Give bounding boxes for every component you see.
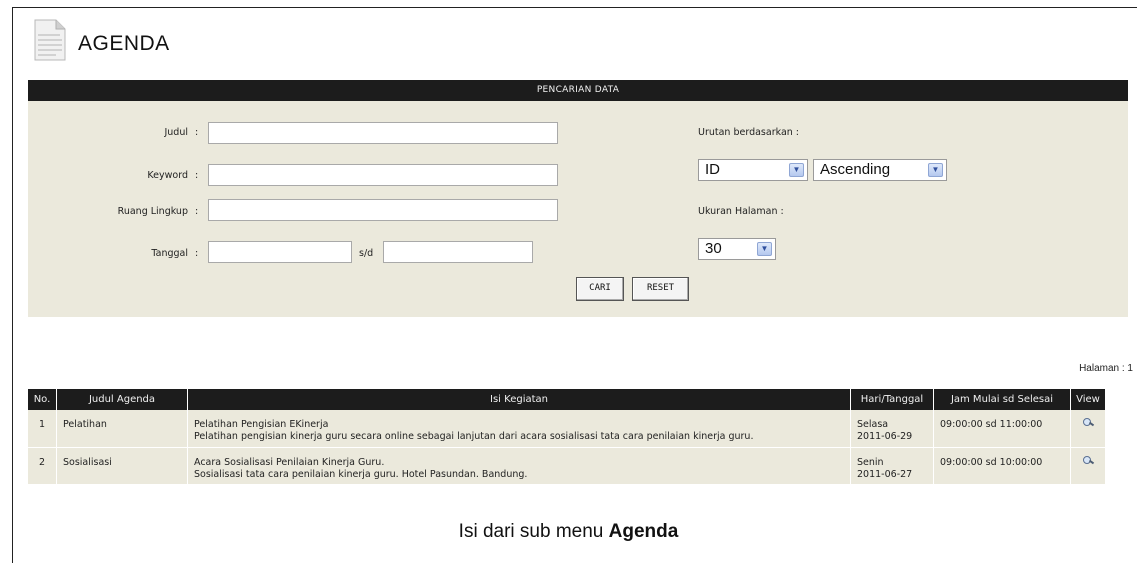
row-number: 1 (28, 410, 57, 448)
row-hari-tanggal: Senin 2011-06-27 (850, 447, 934, 485)
page-indicator: Halaman : 1 (1079, 363, 1133, 374)
magnifier-icon[interactable] (1082, 455, 1095, 465)
ruang-lingkup-colon: : (195, 206, 199, 217)
frame-top-border (12, 7, 1137, 8)
chevron-down-icon: ▼ (757, 242, 772, 256)
row-view (1070, 410, 1105, 448)
page-size-label: Ukuran Halaman : (698, 206, 784, 217)
row-tanggal: 2011-06-29 (857, 431, 913, 442)
page-size-select[interactable]: 30 ▼ (698, 238, 776, 260)
reset-button[interactable]: RESET (632, 277, 689, 301)
table-header-row: No. Judul Agenda Isi Kegiatan Hari/Tangg… (28, 389, 1105, 410)
column-header-isi: Isi Kegiatan (187, 389, 851, 410)
figure-caption: Isi dari sub menu Agenda (0, 521, 1137, 543)
keyword-input[interactable] (208, 164, 558, 186)
row-jam: 09:00:00 sd 11:00:00 (933, 410, 1071, 448)
page-title: AGENDA (78, 32, 170, 55)
row-judul: Sosialisasi (56, 447, 188, 485)
row-isi-title: Pelatihan Pengisian EKinerja (194, 419, 329, 430)
table-row: 2 Sosialisasi Acara Sosialisasi Penilaia… (28, 447, 1105, 485)
row-hari: Senin (857, 456, 884, 468)
sort-order-select[interactable]: Ascending ▼ (813, 159, 947, 181)
table-row: 1 Pelatihan Pelatihan Pengisian EKinerja… (28, 410, 1105, 448)
tanggal-colon: : (195, 248, 199, 259)
tanggal-sd-label: s/d (359, 248, 374, 259)
row-isi-desc: Pelatihan pengisian kinerja guru secara … (194, 431, 754, 442)
judul-colon: : (195, 127, 199, 138)
sort-field-value: ID (705, 161, 720, 178)
search-panel-header: PENCARIAN DATA (28, 80, 1128, 101)
chevron-down-icon: ▼ (789, 163, 804, 177)
column-header-hari-tanggal: Hari/Tanggal (850, 389, 934, 410)
row-hari-tanggal: Selasa 2011-06-29 (850, 410, 934, 448)
column-header-view: View (1070, 389, 1105, 410)
cari-button[interactable]: CARI (576, 277, 624, 301)
row-judul: Pelatihan (56, 410, 188, 448)
search-panel: PENCARIAN DATA Judul : Keyword : Ruang L… (28, 80, 1128, 317)
frame-left-border (12, 7, 13, 563)
agenda-table: No. Judul Agenda Isi Kegiatan Hari/Tangg… (28, 389, 1105, 485)
magnifier-icon[interactable] (1082, 417, 1095, 427)
row-number: 2 (28, 447, 57, 485)
tanggal-to-input[interactable] (383, 241, 533, 263)
row-isi-title: Acara Sosialisasi Penilaian Kinerja Guru… (194, 456, 385, 468)
ruang-lingkup-label: Ruang Lingkup (117, 206, 188, 217)
tanggal-label: Tanggal (151, 248, 188, 259)
sort-order-value: Ascending (820, 161, 891, 178)
sort-field-select[interactable]: ID ▼ (698, 159, 808, 181)
column-header-no: No. (28, 389, 57, 410)
keyword-colon: : (195, 170, 199, 181)
document-icon (34, 19, 66, 61)
row-isi-desc: Sosialisasi tata cara penilaian kinerja … (194, 468, 528, 480)
page-size-value: 30 (705, 240, 722, 257)
row-isi: Acara Sosialisasi Penilaian Kinerja Guru… (187, 447, 851, 485)
tanggal-from-input[interactable] (208, 241, 352, 263)
column-header-judul: Judul Agenda (56, 389, 188, 410)
column-header-jam: Jam Mulai sd Selesai (933, 389, 1071, 410)
judul-label: Judul (164, 127, 188, 138)
chevron-down-icon: ▼ (928, 163, 943, 177)
caption-prefix: Isi dari sub menu (458, 521, 609, 542)
row-hari: Selasa (857, 419, 889, 430)
keyword-label: Keyword (147, 170, 188, 181)
sort-label: Urutan berdasarkan : (698, 127, 800, 138)
judul-input[interactable] (208, 122, 558, 144)
row-jam: 09:00:00 sd 10:00:00 (933, 447, 1071, 485)
ruang-lingkup-input[interactable] (208, 199, 558, 221)
row-tanggal: 2011-06-27 (857, 468, 913, 480)
row-view (1070, 447, 1105, 485)
row-isi: Pelatihan Pengisian EKinerja Pelatihan p… (187, 410, 851, 448)
caption-bold: Agenda (608, 521, 679, 542)
